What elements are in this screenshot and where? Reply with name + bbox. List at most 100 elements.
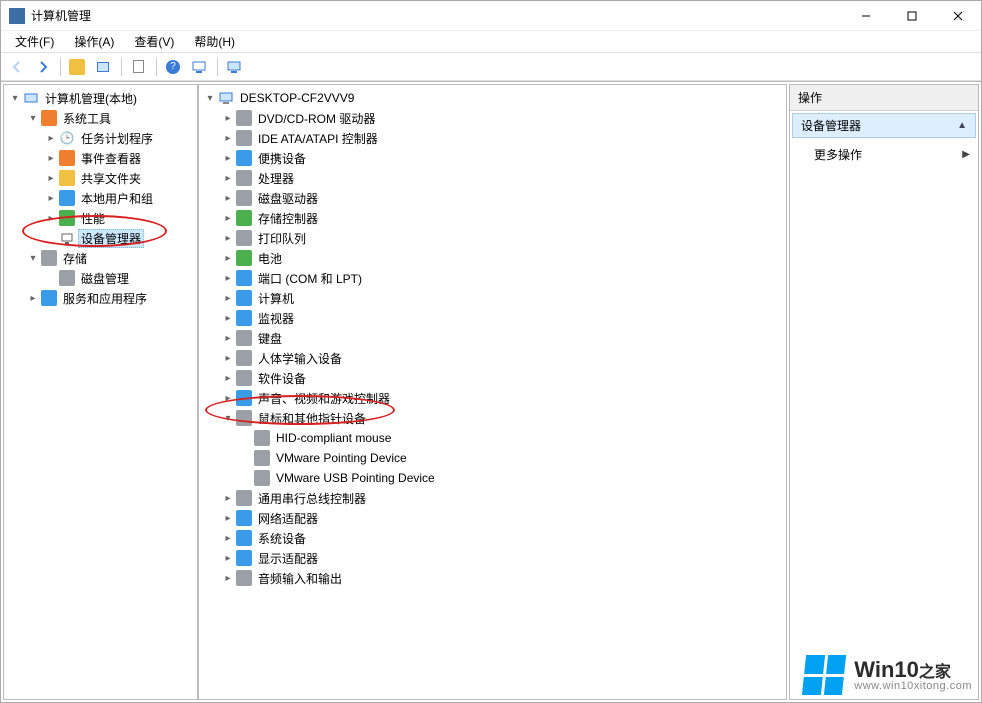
- chevron-right-icon[interactable]: ▸: [221, 193, 235, 204]
- chevron-right-icon[interactable]: ▸: [221, 313, 235, 324]
- app-icon: [9, 8, 25, 24]
- dev-storage-ctrl[interactable]: ▸存储控制器: [221, 208, 786, 228]
- dev-usb-ctrl[interactable]: ▸通用串行总线控制器: [221, 488, 786, 508]
- chevron-down-icon[interactable]: ▾: [8, 93, 22, 104]
- menu-help[interactable]: 帮助(H): [186, 31, 243, 52]
- chevron-right-icon[interactable]: ▸: [221, 553, 235, 564]
- window-title: 计算机管理: [31, 7, 843, 24]
- menu-file[interactable]: 文件(F): [7, 31, 62, 52]
- chevron-right-icon[interactable]: ▸: [221, 233, 235, 244]
- chevron-down-icon[interactable]: ▾: [221, 413, 235, 424]
- tree-device-manager[interactable]: 设备管理器: [44, 228, 197, 248]
- display-icon: [236, 550, 252, 566]
- center-pane[interactable]: ▾DESKTOP-CF2VVV9 ▸DVD/CD-ROM 驱动器 ▸IDE AT…: [198, 84, 787, 700]
- toolbar-view-button[interactable]: [92, 56, 116, 78]
- dev-ide[interactable]: ▸IDE ATA/ATAPI 控制器: [221, 128, 786, 148]
- chevron-right-icon[interactable]: ▸: [44, 193, 58, 204]
- maximize-button[interactable]: [889, 1, 935, 31]
- close-button[interactable]: [935, 1, 981, 31]
- menu-view[interactable]: 查看(V): [126, 31, 182, 52]
- dev-sound[interactable]: ▸声音、视频和游戏控制器: [221, 388, 786, 408]
- tree-performance[interactable]: ▸性能: [44, 208, 197, 228]
- chevron-right-icon[interactable]: ▸: [221, 253, 235, 264]
- dev-processors[interactable]: ▸处理器: [221, 168, 786, 188]
- tree-event-viewer[interactable]: ▸事件查看器: [44, 148, 197, 168]
- chevron-down-icon[interactable]: ▾: [26, 253, 40, 264]
- chevron-right-icon[interactable]: ▸: [44, 213, 58, 224]
- back-button[interactable]: [5, 56, 29, 78]
- chevron-right-icon[interactable]: ▸: [221, 373, 235, 384]
- chevron-right-icon[interactable]: ▸: [44, 133, 58, 144]
- dev-computers[interactable]: ▸计算机: [221, 288, 786, 308]
- chevron-right-icon[interactable]: ▸: [221, 113, 235, 124]
- more-actions[interactable]: 更多操作 ▶: [790, 140, 978, 169]
- chevron-right-icon[interactable]: ▸: [26, 293, 40, 304]
- dev-vmware-ptr[interactable]: VMware Pointing Device: [239, 448, 786, 468]
- mouse-icon: [254, 430, 270, 446]
- chevron-right-icon[interactable]: ▸: [221, 333, 235, 344]
- dev-audio-io[interactable]: ▸音频输入和输出: [221, 568, 786, 588]
- menu-action[interactable]: 操作(A): [66, 31, 122, 52]
- storage-ctrl-icon: [236, 210, 252, 226]
- system-dev-icon: [236, 530, 252, 546]
- dev-portable[interactable]: ▸便携设备: [221, 148, 786, 168]
- tree-storage[interactable]: ▾ 存储: [26, 248, 197, 268]
- chevron-right-icon[interactable]: ▸: [44, 173, 58, 184]
- chevron-right-icon[interactable]: ▸: [221, 173, 235, 184]
- tree-services-apps[interactable]: ▸服务和应用程序: [26, 288, 197, 308]
- dev-disk-drives[interactable]: ▸磁盘驱动器: [221, 188, 786, 208]
- forward-button[interactable]: [31, 56, 55, 78]
- tree-task-scheduler[interactable]: ▸🕒任务计划程序: [44, 128, 197, 148]
- chevron-right-icon[interactable]: ▸: [221, 353, 235, 364]
- chevron-right-icon[interactable]: ▸: [221, 213, 235, 224]
- dev-network[interactable]: ▸网络适配器: [221, 508, 786, 528]
- dev-batteries[interactable]: ▸电池: [221, 248, 786, 268]
- dev-dvd[interactable]: ▸DVD/CD-ROM 驱动器: [221, 108, 786, 128]
- dev-ports[interactable]: ▸端口 (COM 和 LPT): [221, 268, 786, 288]
- chevron-right-icon[interactable]: ▸: [221, 133, 235, 144]
- dev-hid[interactable]: ▸人体学输入设备: [221, 348, 786, 368]
- mouse-icon: [236, 410, 252, 426]
- dev-print-queues[interactable]: ▸打印队列: [221, 228, 786, 248]
- chevron-right-icon[interactable]: ▸: [221, 393, 235, 404]
- tree-system-tools[interactable]: ▾ 系统工具: [26, 108, 197, 128]
- actions-section[interactable]: 设备管理器 ▲: [792, 113, 976, 138]
- tree-disk-mgmt[interactable]: 磁盘管理: [44, 268, 197, 288]
- dev-hid-mouse[interactable]: HID-compliant mouse: [239, 428, 786, 448]
- chevron-right-icon[interactable]: ▸: [221, 153, 235, 164]
- minimize-button[interactable]: [843, 1, 889, 31]
- left-pane[interactable]: ▾ 计算机管理(本地) ▾ 系统工具 ▸🕒任务计划程序: [3, 84, 198, 700]
- dev-monitors[interactable]: ▸监视器: [221, 308, 786, 328]
- computer-cat-icon: [236, 290, 252, 306]
- chevron-down-icon[interactable]: ▾: [26, 113, 40, 124]
- tree-local-users[interactable]: ▸本地用户和组: [44, 188, 197, 208]
- chevron-right-icon[interactable]: ▸: [221, 273, 235, 284]
- toolbar-help-button[interactable]: ?: [162, 56, 186, 78]
- dev-software[interactable]: ▸软件设备: [221, 368, 786, 388]
- chevron-right-icon[interactable]: ▸: [221, 513, 235, 524]
- dev-system[interactable]: ▸系统设备: [221, 528, 786, 548]
- dev-mice[interactable]: ▾鼠标和其他指针设备: [221, 408, 786, 428]
- chevron-right-icon[interactable]: ▸: [44, 153, 58, 164]
- chevron-right-icon[interactable]: ▸: [221, 533, 235, 544]
- toolbar-folder-button[interactable]: [66, 56, 90, 78]
- tree-root[interactable]: ▾ 计算机管理(本地): [8, 88, 197, 108]
- chevron-down-icon[interactable]: ▾: [203, 93, 217, 104]
- chevron-right-icon[interactable]: ▸: [221, 493, 235, 504]
- dev-vmware-usb[interactable]: VMware USB Pointing Device: [239, 468, 786, 488]
- chevron-right-icon[interactable]: ▸: [221, 293, 235, 304]
- toolbar-scan-button[interactable]: [223, 56, 247, 78]
- chevron-right-icon[interactable]: ▸: [221, 573, 235, 584]
- dev-root[interactable]: ▾DESKTOP-CF2VVV9: [203, 88, 786, 108]
- sound-icon: [236, 390, 252, 406]
- folder-icon: [69, 59, 85, 75]
- mouse-icon: [254, 450, 270, 466]
- dev-keyboards[interactable]: ▸键盘: [221, 328, 786, 348]
- dev-display[interactable]: ▸显示适配器: [221, 548, 786, 568]
- computer-mgmt-icon: [23, 90, 39, 106]
- toolbar-refresh-button[interactable]: [188, 56, 212, 78]
- tree-shared-folders[interactable]: ▸共享文件夹: [44, 168, 197, 188]
- toolbar-properties-button[interactable]: [127, 56, 151, 78]
- view-icon: [97, 62, 109, 72]
- watermark-suffix: 之家: [919, 664, 951, 681]
